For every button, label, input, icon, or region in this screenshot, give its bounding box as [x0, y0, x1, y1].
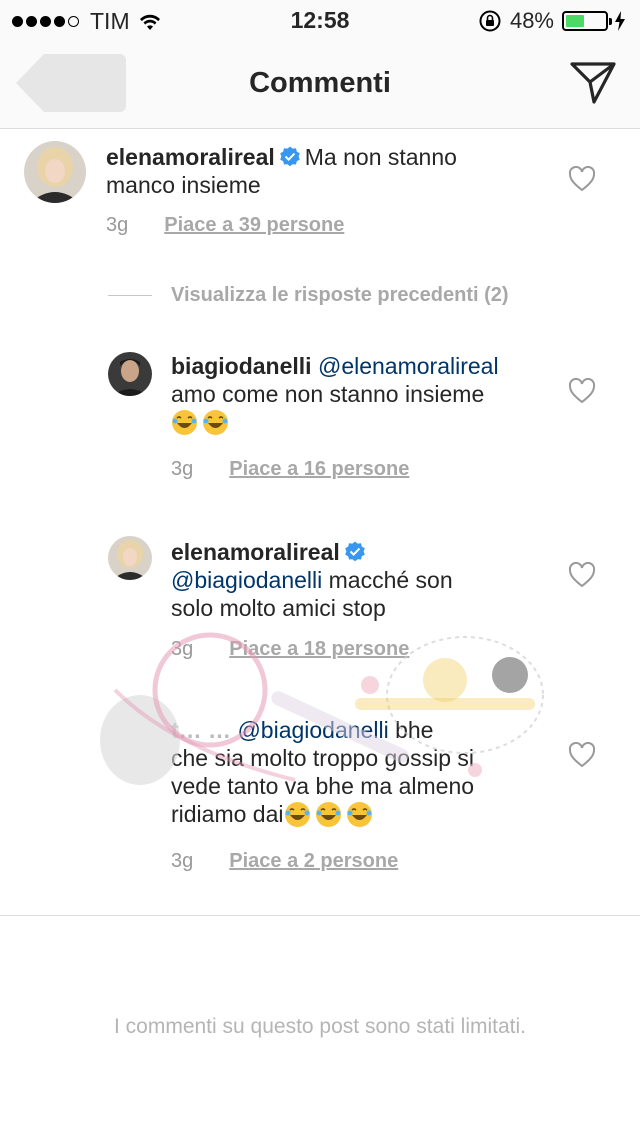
reply-likes-link[interactable]: Piace a 2 persone — [229, 850, 398, 873]
navigation-header: Commenti — [0, 40, 640, 129]
battery-icon — [562, 11, 612, 31]
comment-text-line2: manco insieme — [106, 172, 261, 198]
reply-text: biagiodanelli @elenamoralireal amo come … — [171, 352, 571, 436]
reply-likes-link[interactable]: Piace a 16 persone — [229, 458, 409, 481]
heart-icon[interactable] — [568, 562, 596, 588]
divider — [0, 915, 640, 916]
comment-text-line1: Ma non stanno — [304, 144, 457, 170]
reply-item: elenamoralireal @biagiodanelli macché so… — [0, 536, 640, 666]
heart-icon[interactable] — [568, 378, 596, 404]
comment-meta: 3g Piace a 39 persone — [106, 214, 344, 237]
avatar[interactable] — [108, 536, 152, 580]
avatar[interactable] — [108, 352, 152, 396]
reply-emojis — [284, 801, 377, 827]
rotation-lock-icon — [479, 10, 501, 32]
reply-time: 3g — [171, 850, 194, 872]
heart-icon[interactable] — [568, 742, 596, 768]
battery-percent: 48% — [509, 8, 554, 33]
verified-badge-icon — [279, 146, 300, 167]
tears-of-joy-emoji-icon — [203, 410, 228, 435]
reply-likes-link[interactable]: Piace a 18 persone — [229, 638, 409, 661]
reply-text-line2: che sia molto troppo gossip si — [171, 745, 474, 771]
view-previous-replies-button[interactable]: Visualizza le risposte precedenti (2) — [108, 284, 509, 307]
reply-mention-link[interactable]: @biagiodanelli — [237, 717, 388, 743]
tears-of-joy-emoji-icon — [284, 802, 310, 827]
reply-text-line1: macché son — [322, 567, 453, 593]
tears-of-joy-emoji-icon — [315, 802, 341, 827]
paper-plane-icon[interactable] — [568, 58, 618, 108]
reply-text-line4: ridiamo dai — [171, 801, 284, 827]
charging-bolt-icon — [615, 11, 625, 31]
comment-time: 3g — [106, 214, 129, 236]
replies-divider-line — [108, 295, 152, 296]
reply-meta: 3g Piace a 18 persone — [171, 638, 409, 661]
reply-text-line3: vede tanto va bhe ma almeno — [171, 773, 475, 799]
reply-username[interactable]: biagiodanelli — [171, 353, 312, 379]
comment-username[interactable]: elenamoralireal — [106, 144, 275, 170]
comment-text: elenamoralireal Ma non stanno manco insi… — [106, 143, 576, 199]
verified-badge-icon — [344, 541, 365, 562]
avatar[interactable] — [24, 141, 86, 203]
reply-item: t… … @biagiodanelli bhe che sia molto tr… — [0, 714, 640, 894]
reply-emojis — [171, 409, 233, 435]
reply-text: t… … @biagiodanelli bhe che sia molto tr… — [171, 716, 571, 828]
reply-time: 3g — [171, 638, 194, 660]
comment-likes-link[interactable]: Piace a 39 persone — [164, 214, 344, 237]
reply-username-obscured[interactable]: t… … — [171, 717, 231, 743]
reply-mention-link[interactable]: @biagiodanelli — [171, 567, 322, 593]
tears-of-joy-emoji-icon — [346, 802, 372, 827]
heart-icon[interactable] — [568, 166, 596, 192]
comment-item: elenamoralireal Ma non stanno manco insi… — [0, 130, 640, 250]
reply-meta: 3g Piace a 16 persone — [171, 458, 409, 481]
reply-text: elenamoralireal @biagiodanelli macché so… — [171, 538, 571, 622]
page-title: Commenti — [249, 67, 391, 99]
reply-item: biagiodanelli @elenamoralireal amo come … — [0, 350, 640, 490]
reply-mention-link[interactable]: @elenamoralireal — [318, 353, 499, 379]
reply-text-line2: solo molto amici stop — [171, 595, 386, 621]
status-bar: TIM 12:58 48% — [0, 0, 640, 40]
tears-of-joy-emoji-icon — [172, 410, 197, 435]
comments-limited-note: I commenti su questo post sono stati lim… — [113, 1015, 526, 1038]
reply-time: 3g — [171, 458, 194, 480]
reply-meta: 3g Piace a 2 persone — [171, 850, 398, 873]
reply-username[interactable]: elenamoralireal — [171, 539, 340, 565]
reply-text-line1: bhe — [388, 717, 434, 743]
status-right: 48% — [478, 8, 626, 34]
view-replies-label: Visualizza le risposte precedenti (2) — [171, 284, 509, 306]
reply-text-line2: amo come non stanno insieme — [171, 381, 485, 407]
